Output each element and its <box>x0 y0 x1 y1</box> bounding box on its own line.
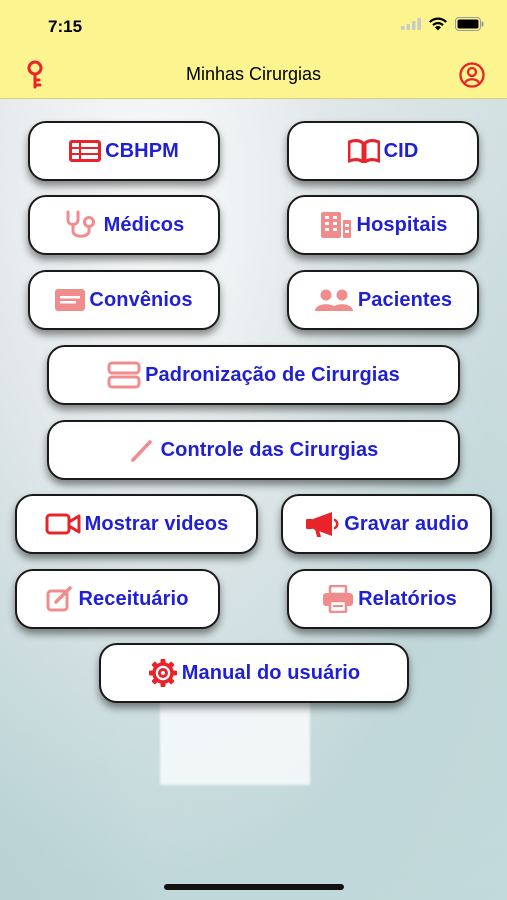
status-bar: 7:15 <box>0 0 507 50</box>
manual-label: Manual do usuário <box>181 661 361 684</box>
megaphone-icon <box>304 510 340 538</box>
controle-label: Controle das Cirurgias <box>160 438 379 461</box>
relatorios-label: Relatórios <box>358 587 457 610</box>
mostrar-videos-button[interactable]: Mostrar videos <box>15 494 258 554</box>
battery-icon <box>455 17 484 31</box>
receituario-label: Receituário <box>78 587 189 610</box>
medicos-label: Médicos <box>103 213 185 236</box>
pacientes-button[interactable]: Pacientes <box>287 270 479 330</box>
gear-icon <box>148 658 178 688</box>
pencil-icon <box>129 437 157 463</box>
edit-square-icon <box>46 586 74 612</box>
wifi-icon <box>429 17 447 31</box>
controle-button[interactable]: Controle das Cirurgias <box>47 420 460 480</box>
padronizacao-button[interactable]: Padronização de Cirurgias <box>47 345 460 405</box>
status-time: 7:15 <box>48 17 83 36</box>
medicos-button[interactable]: Médicos <box>28 195 220 255</box>
printer-icon <box>322 585 354 613</box>
cid-label: CID <box>383 139 419 162</box>
mostrar-videos-label: Mostrar videos <box>84 512 229 535</box>
navigation-bar: Minhas Cirurgias <box>0 50 507 99</box>
padronizacao-label: Padronização de Cirurgias <box>145 363 400 386</box>
pacientes-label: Pacientes <box>357 288 453 311</box>
stethoscope-icon <box>64 209 100 241</box>
id-card-icon <box>55 289 86 311</box>
page-title: Minhas Cirurgias <box>185 64 322 84</box>
book-open-icon <box>347 139 380 163</box>
receituario-button[interactable]: Receituário <box>15 569 220 629</box>
profile-button[interactable] <box>459 62 485 88</box>
user-circle-icon <box>459 62 485 88</box>
home-indicator[interactable] <box>164 884 344 890</box>
table-icon <box>69 140 102 162</box>
video-camera-icon <box>45 513 81 535</box>
convenios-label: Convênios <box>89 288 193 311</box>
cbhpm-button[interactable]: CBHPM <box>28 121 220 181</box>
manual-button[interactable]: Manual do usuário <box>99 643 409 703</box>
cbhpm-label: CBHPM <box>105 139 179 162</box>
cid-button[interactable]: CID <box>287 121 479 181</box>
hospital-building-icon <box>319 210 353 240</box>
convenios-button[interactable]: Convênios <box>28 270 220 330</box>
hospitais-button[interactable]: Hospitais <box>287 195 479 255</box>
cellular-signal-icon <box>401 18 421 30</box>
status-icons <box>401 17 485 31</box>
relatorios-button[interactable]: Relatórios <box>287 569 492 629</box>
background-detail <box>160 700 310 785</box>
server-stack-icon <box>107 361 141 389</box>
gravar-audio-label: Gravar audio <box>344 512 469 535</box>
gravar-audio-button[interactable]: Gravar audio <box>281 494 492 554</box>
users-icon <box>314 288 354 312</box>
hospitais-label: Hospitais <box>356 213 448 236</box>
